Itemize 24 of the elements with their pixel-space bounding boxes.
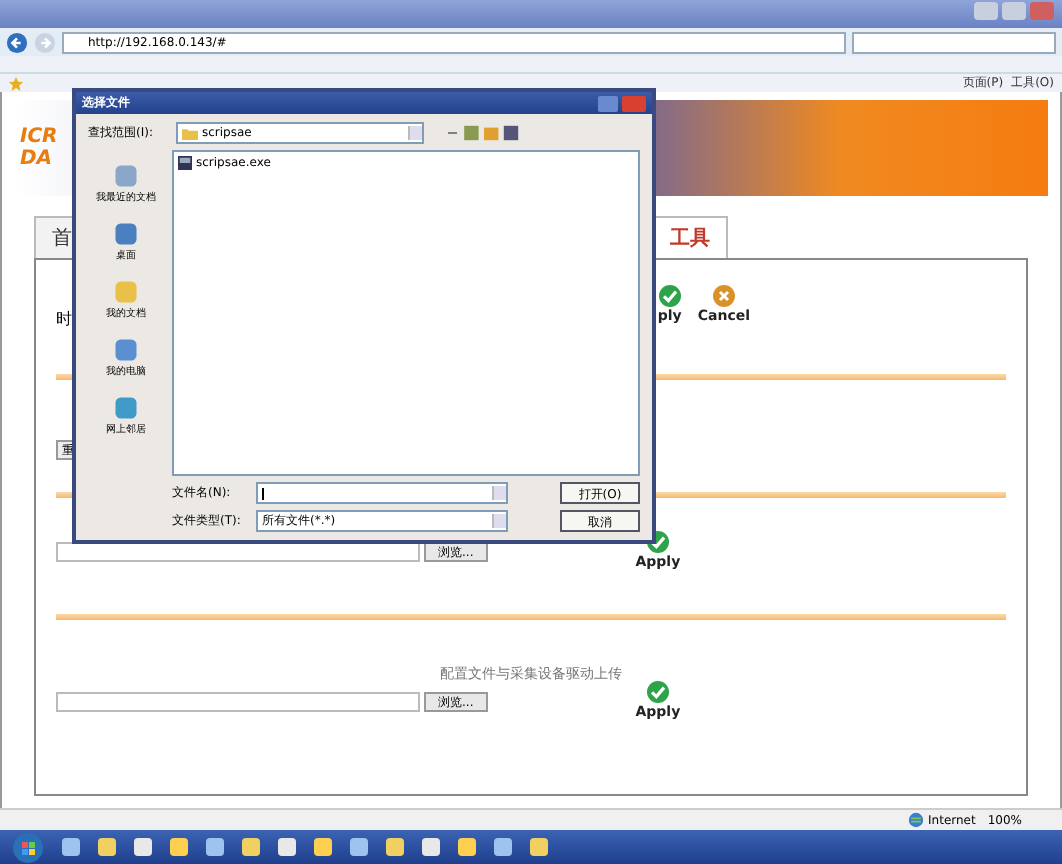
file-path-field[interactable] [56, 542, 420, 562]
check-icon [657, 284, 682, 308]
check-icon [645, 680, 670, 704]
place-icon [112, 394, 140, 422]
place-icon [112, 336, 140, 364]
program-icon [178, 156, 192, 170]
star-icon[interactable] [8, 75, 24, 91]
start-button[interactable] [12, 831, 44, 863]
logo-text: DA [20, 148, 55, 170]
file-path-field[interactable] [56, 692, 420, 712]
nav-tab[interactable]: 工具 [652, 216, 728, 258]
back-icon[interactable] [6, 31, 28, 53]
search-field[interactable] [852, 31, 1056, 53]
globe-icon [908, 812, 925, 828]
folder-tools-icon[interactable] [444, 124, 524, 142]
place-icon [112, 278, 140, 306]
field-label: 时 [56, 308, 72, 330]
file-name-field[interactable] [256, 482, 508, 504]
cross-icon [711, 284, 736, 308]
folder-icon [182, 127, 198, 139]
place-icon [112, 162, 140, 190]
logo-text: ICR [20, 126, 58, 148]
place-icon [112, 220, 140, 248]
help-button[interactable] [598, 95, 618, 111]
